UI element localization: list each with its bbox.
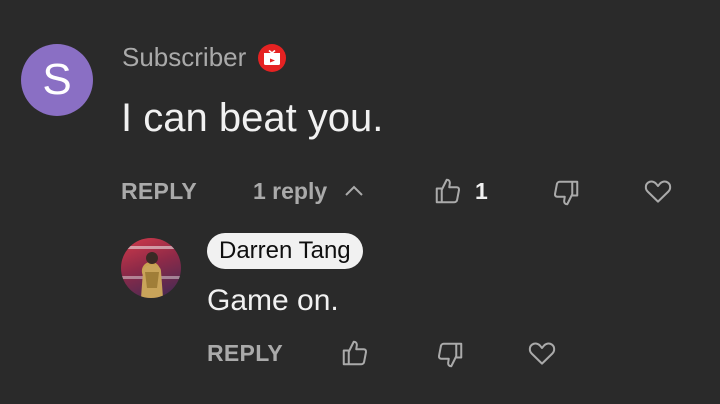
reply-author-name[interactable]: Darren Tang — [207, 233, 363, 269]
youtube-gift-badge-icon — [258, 43, 287, 72]
reply-button[interactable]: REPLY — [207, 340, 283, 367]
reply-text: Game on. — [207, 284, 339, 317]
reply-button[interactable]: REPLY — [121, 178, 197, 205]
comment-actions: REPLY 1 reply 1 — [0, 172, 720, 212]
reply-author-label: Darren Tang — [219, 237, 351, 264]
replies-toggle[interactable]: 1 reply — [253, 178, 327, 205]
commenter-avatar[interactable]: S — [21, 44, 93, 116]
comment-text: I can beat you. — [121, 96, 384, 140]
thumb-up-icon[interactable] — [340, 338, 370, 373]
thumb-down-icon[interactable] — [551, 178, 581, 213]
reply-actions: REPLY — [0, 334, 720, 374]
comment-header: Subscriber — [122, 42, 287, 73]
chevron-up-icon[interactable] — [343, 180, 365, 207]
reply-author-avatar[interactable] — [121, 238, 181, 298]
heart-icon[interactable] — [527, 338, 557, 373]
avatar-letter: S — [42, 55, 72, 104]
heart-icon[interactable] — [643, 176, 673, 211]
comment-author[interactable]: Subscriber — [122, 42, 246, 73]
thumb-up-icon[interactable] — [433, 176, 463, 211]
thumb-down-icon[interactable] — [435, 340, 465, 375]
like-count: 1 — [475, 178, 488, 204]
